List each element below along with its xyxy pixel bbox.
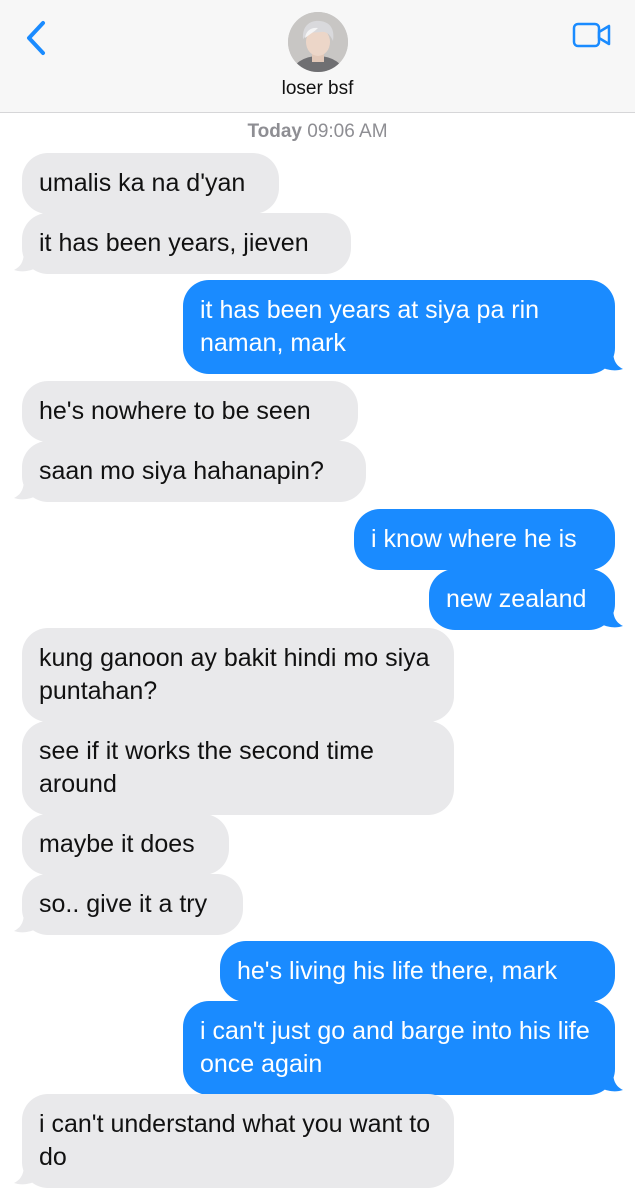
bubble-tail	[14, 1163, 36, 1185]
messages-screen: loser bsf Today 09:06 AM umalis ka na d'…	[0, 0, 635, 1200]
message-text: it has been years at siya pa rin naman, …	[200, 296, 540, 357]
message-bubble-received[interactable]: he's nowhere to be seen	[22, 381, 358, 442]
message-text: it has been years, jieven	[39, 229, 309, 257]
message-bubble-received[interactable]: see if it works the second time around	[22, 721, 454, 815]
message-bubble-received[interactable]: umalis ka na d'yan	[22, 153, 279, 214]
message-text: he's nowhere to be seen	[39, 397, 311, 425]
bubble-tail	[601, 606, 623, 628]
message-text: kung ganoon ay bakit hindi mo siya punta…	[39, 644, 430, 705]
message-bubble-received[interactable]: so.. give it a try	[22, 874, 243, 935]
message-bubble-received[interactable]: i can't understand what you want to do	[22, 1094, 454, 1188]
message-text: new zealand	[446, 585, 587, 613]
message-text: see if it works the second time around	[39, 737, 374, 798]
avatar-photo	[288, 12, 348, 72]
message-bubble-sent[interactable]: i can't just go and barge into his life …	[183, 1001, 615, 1095]
bubble-tail	[601, 1070, 623, 1092]
bubble-tail	[14, 911, 36, 933]
message-bubble-received[interactable]: it has been years, jieven	[22, 213, 351, 274]
message-text: he's living his life there, mark	[237, 957, 558, 985]
message-bubble-sent[interactable]: i know where he is	[354, 509, 615, 570]
bubble-tail	[14, 250, 36, 272]
timestamp-time: 09:06 AM	[307, 121, 388, 142]
conversation-timestamp: Today 09:06 AM	[0, 121, 635, 143]
chevron-left-icon	[27, 21, 45, 55]
message-text: umalis ka na d'yan	[39, 169, 246, 197]
message-text: so.. give it a try	[39, 890, 208, 918]
conversation-header: loser bsf	[0, 0, 635, 113]
message-bubble-received[interactable]: maybe it does	[22, 814, 229, 875]
message-text: maybe it does	[39, 830, 195, 858]
bubble-tail	[14, 478, 36, 500]
message-bubble-sent[interactable]: it has been years at siya pa rin naman, …	[183, 280, 615, 374]
video-camera-icon	[572, 22, 611, 48]
message-text: i can't understand what you want to do	[39, 1110, 431, 1171]
message-text: saan mo siya hahanapin?	[39, 457, 324, 485]
contact-name[interactable]: loser bsf	[0, 78, 635, 100]
message-bubble-received[interactable]: saan mo siya hahanapin?	[22, 441, 366, 502]
timestamp-day: Today	[247, 121, 302, 142]
message-bubble-received[interactable]: kung ganoon ay bakit hindi mo siya punta…	[22, 628, 454, 722]
message-bubble-sent[interactable]: he's living his life there, mark	[220, 941, 615, 1002]
message-bubble-sent[interactable]: new zealand	[429, 569, 615, 630]
message-text: i can't just go and barge into his life …	[200, 1017, 590, 1078]
video-call-button[interactable]	[571, 20, 613, 50]
avatar[interactable]	[288, 12, 348, 72]
bubble-tail	[601, 349, 623, 371]
back-button[interactable]	[18, 18, 54, 58]
message-text: i know where he is	[371, 525, 577, 553]
